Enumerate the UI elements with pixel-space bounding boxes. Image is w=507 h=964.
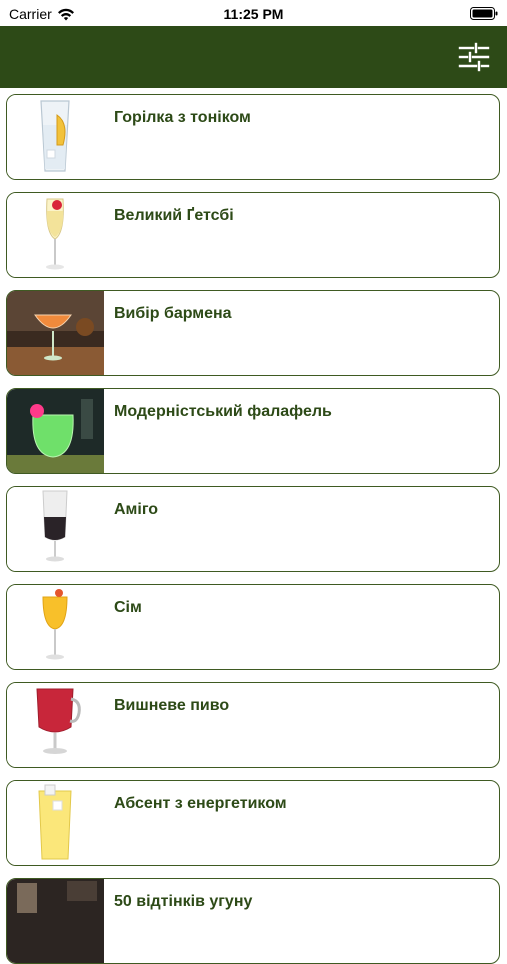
cocktail-title: Вибір бармена — [114, 305, 232, 322]
cocktail-title: Модерністський фалафель — [114, 403, 332, 420]
cocktail-card[interactable]: Горілка з тоніком — [6, 94, 500, 180]
cocktail-image — [7, 683, 104, 767]
cocktail-title: Аміго — [114, 501, 159, 518]
status-bar: Carrier 11:25 PM — [0, 0, 507, 26]
cocktail-card[interactable]: Абсент з енергетиком — [6, 780, 500, 866]
cocktail-image — [7, 585, 104, 669]
filter-button[interactable] — [457, 40, 491, 74]
cocktail-card[interactable]: Великий Ґетсбі — [6, 192, 500, 278]
cocktail-card[interactable]: 50 відтінків угуну — [6, 878, 500, 964]
sliders-icon — [458, 42, 490, 72]
cocktail-image — [7, 95, 104, 179]
cocktail-card[interactable]: Вибір бармена — [6, 290, 500, 376]
cocktail-image — [7, 193, 104, 277]
cocktail-image — [7, 781, 104, 865]
cocktail-card[interactable]: Вишневе пиво — [6, 682, 500, 768]
cocktail-image — [7, 291, 104, 375]
cocktail-title: 50 відтінків угуну — [114, 893, 253, 910]
cocktail-image — [7, 487, 104, 571]
cocktail-title: Абсент з енергетиком — [114, 795, 287, 812]
cocktail-card[interactable]: Модерністський фалафель — [6, 388, 500, 474]
cocktail-card[interactable]: Сім — [6, 584, 500, 670]
cocktail-title: Великий Ґетсбі — [114, 207, 234, 224]
cocktail-title: Вишневе пиво — [114, 697, 230, 714]
clock: 11:25 PM — [223, 6, 284, 22]
battery-icon — [470, 7, 498, 20]
cocktail-image — [7, 389, 104, 473]
cocktail-title: Сім — [114, 599, 142, 616]
navigation-bar — [0, 26, 507, 88]
cocktail-title: Горілка з тоніком — [114, 109, 251, 126]
cocktail-image — [7, 879, 104, 963]
cocktail-card[interactable]: Аміго — [6, 486, 500, 572]
